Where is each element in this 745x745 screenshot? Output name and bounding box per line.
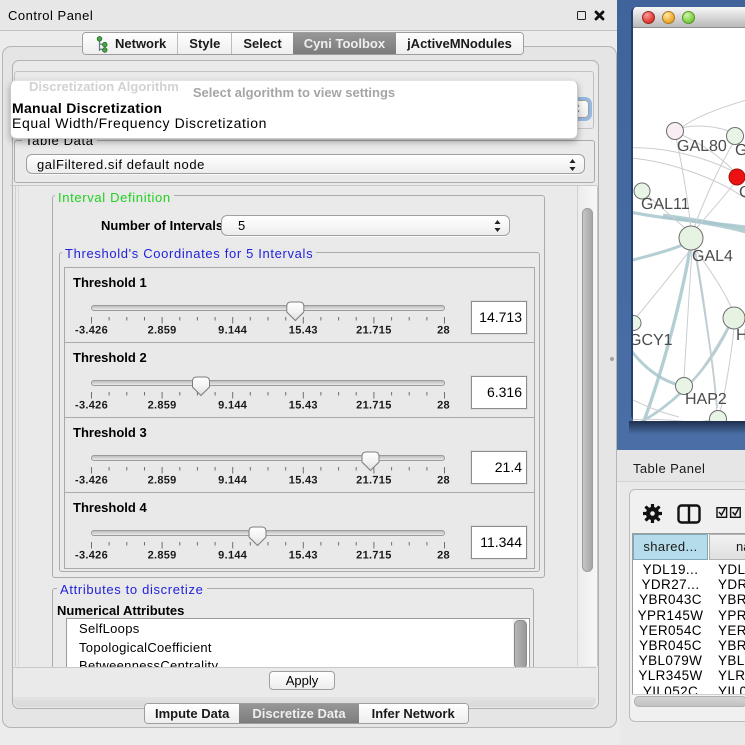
svg-text:28: 28	[437, 400, 450, 412]
svg-text:9.144: 9.144	[218, 400, 248, 412]
svg-text:21.715: 21.715	[356, 550, 391, 562]
svg-text:2.859: 2.859	[148, 550, 177, 562]
svg-text:H: H	[736, 327, 745, 344]
svg-text:-3.426: -3.426	[75, 475, 108, 487]
svg-text:2.859: 2.859	[148, 475, 177, 487]
svg-text:9.144: 9.144	[218, 550, 248, 562]
svg-text:GAL4: GAL4	[692, 248, 733, 265]
svg-text:28: 28	[437, 325, 450, 337]
svg-text:9.144: 9.144	[218, 325, 248, 337]
svg-text:15.43: 15.43	[289, 550, 318, 562]
svg-text:HAP2: HAP2	[685, 391, 727, 408]
svg-text:21.715: 21.715	[356, 325, 391, 337]
svg-text:GA: GA	[735, 142, 745, 159]
svg-text:GCY1: GCY1	[633, 332, 673, 349]
svg-text:15.43: 15.43	[289, 400, 318, 412]
svg-text:21.715: 21.715	[356, 475, 391, 487]
svg-text:15.43: 15.43	[289, 475, 318, 487]
svg-text:28: 28	[437, 550, 450, 562]
svg-text:C: C	[739, 184, 745, 201]
svg-text:28: 28	[437, 475, 450, 487]
svg-text:15.43: 15.43	[289, 325, 318, 337]
svg-text:2.859: 2.859	[148, 400, 177, 412]
svg-text:9.144: 9.144	[218, 475, 248, 487]
svg-text:-3.426: -3.426	[75, 325, 108, 337]
svg-text:2.859: 2.859	[148, 325, 177, 337]
svg-text:21.715: 21.715	[356, 400, 391, 412]
svg-text:-3.426: -3.426	[75, 400, 108, 412]
svg-text:GAL11: GAL11	[641, 196, 690, 213]
svg-text:-3.426: -3.426	[75, 550, 108, 562]
svg-text:GAL80: GAL80	[677, 138, 727, 155]
